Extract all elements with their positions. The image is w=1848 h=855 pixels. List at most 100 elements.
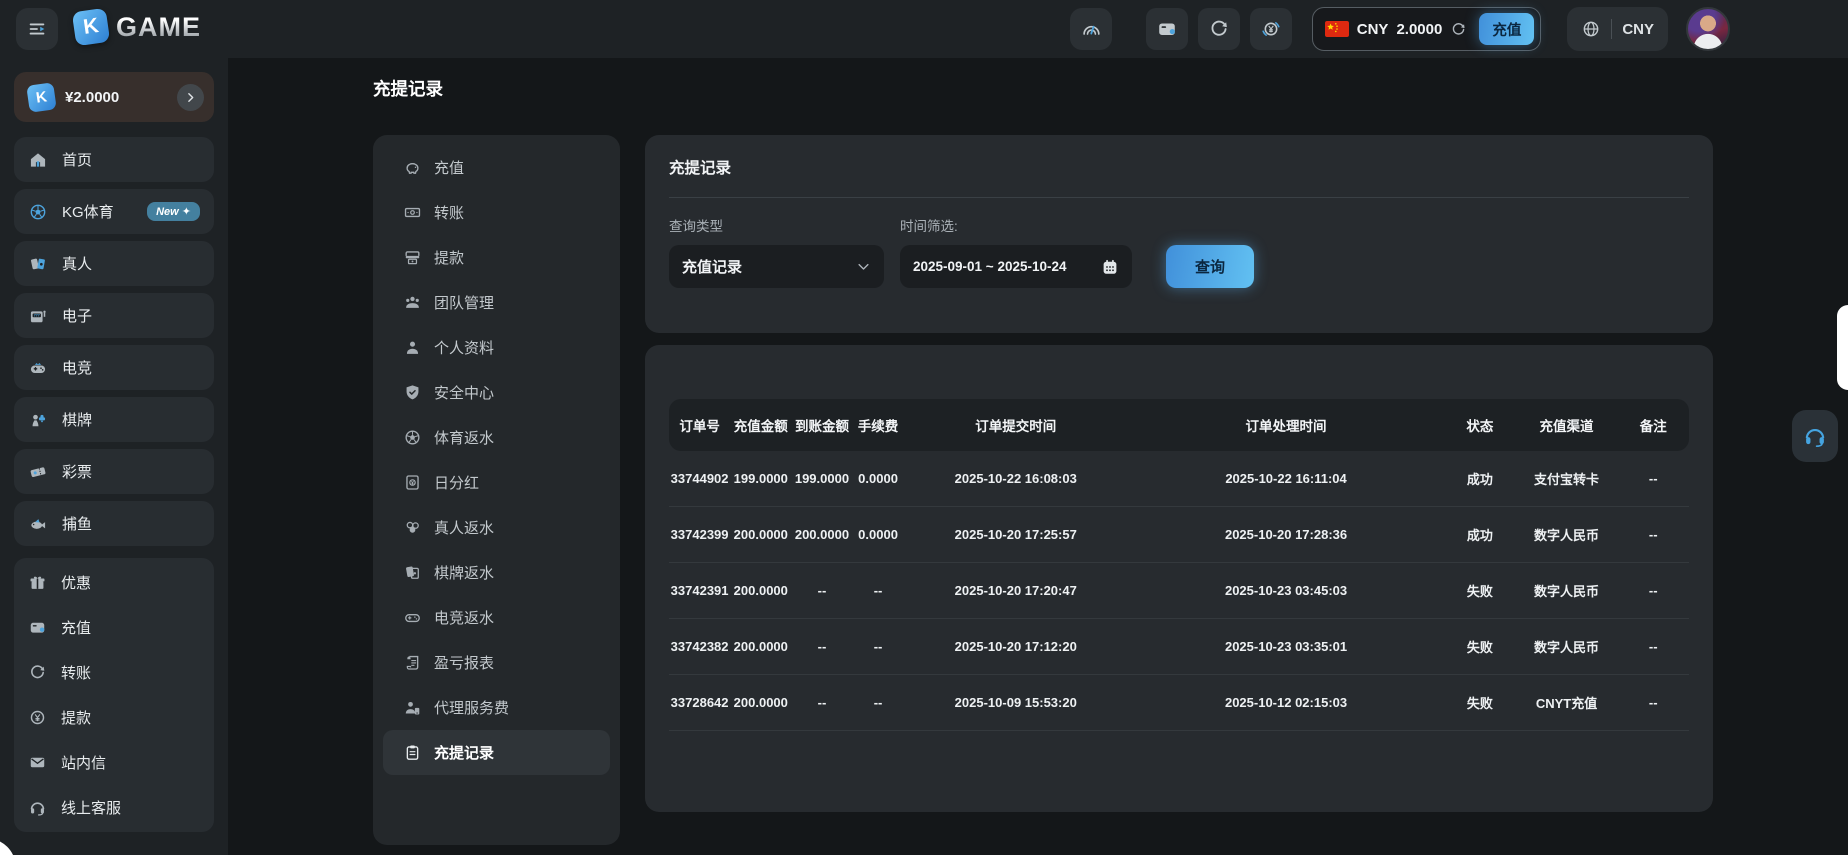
- headset-icon: [1802, 423, 1828, 449]
- balance-expand-button[interactable]: [177, 84, 204, 111]
- gauge-button[interactable]: [1070, 8, 1112, 50]
- menu-button[interactable]: [16, 8, 58, 50]
- submenu-item-daily-dividend[interactable]: 日分红: [373, 460, 620, 505]
- submenu-item-label: 真人返水: [434, 517, 494, 538]
- wallet-balance-pill[interactable]: CNY 2.0000 充值: [1312, 7, 1542, 51]
- sidebar-item-chess[interactable]: 棋牌: [14, 397, 214, 442]
- chevron-down-icon: [856, 259, 871, 274]
- submenu-item-label: 棋牌返水: [434, 562, 494, 583]
- credited-amount: --: [791, 583, 852, 598]
- filter-controls: 查询类型 充值记录 时间筛选: 2025-09-01 ~ 2025-10-24 …: [669, 215, 1689, 288]
- channel: CNYT充值: [1516, 693, 1618, 712]
- balance-card[interactable]: K ¥2.0000: [14, 72, 214, 122]
- exchange-button[interactable]: [1250, 8, 1292, 50]
- submenu-item-label: 充值: [434, 157, 464, 178]
- submenu-item-agent-fee[interactable]: 代理服务费: [373, 685, 620, 730]
- column-header: 充值金额: [730, 415, 791, 435]
- wallet-button[interactable]: [1146, 8, 1188, 50]
- sidebar-item-esports[interactable]: 电竞: [14, 345, 214, 390]
- table-header: 订单号 充值金额 到账金额 手续费 订单提交时间 订单处理时间 状态 充值渠道 …: [669, 399, 1689, 451]
- submenu-item-profile[interactable]: 个人资料: [373, 325, 620, 370]
- wallet-currency: CNY: [1357, 21, 1389, 38]
- submenu-item-transfer[interactable]: 转账: [373, 190, 620, 235]
- sidebar-item-label: 棋牌: [62, 409, 92, 430]
- order-id: 33728642: [669, 695, 730, 710]
- sidebar-item-label: 真人: [62, 253, 92, 274]
- submenu-item-label: 团队管理: [434, 292, 494, 313]
- submenu-item-label: 日分红: [434, 472, 479, 493]
- cash-out-icon: [403, 248, 422, 267]
- process-time: 2025-10-23 03:35:01: [1128, 639, 1444, 654]
- sidebar-item-fishing[interactable]: 捕鱼: [14, 501, 214, 546]
- sidebar-item-promotions[interactable]: 优惠: [28, 560, 200, 605]
- playing-cards-icon: [403, 563, 422, 582]
- sidebar-item-withdraw[interactable]: 提款: [28, 695, 200, 740]
- sidebar-item-slots[interactable]: 电子: [14, 293, 214, 338]
- refresh-balance-icon[interactable]: [1450, 21, 1467, 38]
- sidebar-item-transfer[interactable]: 转账: [28, 650, 200, 695]
- fee: --: [853, 639, 904, 654]
- query-type-value: 充值记录: [682, 256, 742, 277]
- topbar: K GAME CNY 2.0000: [0, 0, 1848, 58]
- divider: [1611, 19, 1612, 39]
- submenu-item-sports-rebate[interactable]: 体育返水: [373, 415, 620, 460]
- deposit-button[interactable]: 充值: [1479, 13, 1534, 45]
- page-title: 充提记录: [373, 76, 443, 101]
- coin-document-icon: [403, 473, 422, 492]
- process-time: 2025-10-23 03:45:03: [1128, 583, 1444, 598]
- gamepad-icon: [403, 608, 422, 627]
- submenu-item-pnl-report[interactable]: 盈亏报表: [373, 640, 620, 685]
- sidebar-item-label: KG体育: [62, 201, 114, 222]
- column-header: 状态: [1444, 415, 1515, 435]
- transfer-button[interactable]: [1198, 8, 1240, 50]
- sidebar-item-deposit[interactable]: 充值: [28, 605, 200, 650]
- channel: 数字人民币: [1516, 525, 1618, 544]
- floating-service-button[interactable]: [1792, 410, 1838, 462]
- column-header: 订单提交时间: [904, 415, 1128, 435]
- user-avatar[interactable]: [1686, 7, 1730, 51]
- submenu-item-label: 盈亏报表: [434, 652, 494, 673]
- submenu-item-deposit[interactable]: 充值: [373, 145, 620, 190]
- main-content: 充提记录 充值 转账 提款 团队管理 个人资料: [228, 58, 1848, 855]
- submit-time: 2025-10-20 17:25:57: [904, 527, 1128, 542]
- sidebar-item-live-casino[interactable]: 真人: [14, 241, 214, 286]
- submenu-item-esports-rebate[interactable]: 电竞返水: [373, 595, 620, 640]
- sidebar-item-home[interactable]: 首页: [14, 137, 214, 182]
- submenu-item-live-rebate[interactable]: 真人返水: [373, 505, 620, 550]
- edge-widget-tab[interactable]: [1837, 305, 1848, 390]
- team-icon: [403, 293, 422, 312]
- headset-icon: [28, 798, 47, 817]
- language-selector[interactable]: CNY: [1567, 7, 1668, 51]
- table-row: 33728642 200.0000 -- -- 2025-10-09 15:53…: [669, 675, 1689, 731]
- sidebar-item-label: 捕鱼: [62, 513, 92, 534]
- deposit-amount: 200.0000: [730, 639, 791, 654]
- sidebar-item-lottery[interactable]: 彩票: [14, 449, 214, 494]
- date-range-value: 2025-09-01 ~ 2025-10-24: [913, 259, 1067, 274]
- date-range-input[interactable]: 2025-09-01 ~ 2025-10-24: [900, 245, 1132, 288]
- credited-amount: 199.0000: [791, 471, 852, 486]
- submenu-item-team-management[interactable]: 团队管理: [373, 280, 620, 325]
- submenu-item-deposit-withdraw-records[interactable]: 充提记录: [383, 730, 610, 775]
- submenu-item-chess-rebate[interactable]: 棋牌返水: [373, 550, 620, 595]
- date-filter-label: 时间筛选:: [900, 215, 1132, 235]
- hamburger-icon: [26, 18, 48, 40]
- remark: --: [1618, 695, 1689, 710]
- sidebar-item-label: 首页: [62, 149, 92, 170]
- sidebar-item-messages[interactable]: 站内信: [28, 740, 200, 785]
- yen-circle-icon: [28, 708, 47, 727]
- order-id: 33744902: [669, 471, 730, 486]
- submenu-item-label: 电竞返水: [434, 607, 494, 628]
- brand-logo[interactable]: K GAME: [74, 10, 201, 44]
- credited-amount: --: [791, 695, 852, 710]
- sidebar: K ¥2.0000 首页 KG体育 New ✦ 真人 电子: [0, 58, 228, 855]
- sidebar-item-online-service[interactable]: 线上客服: [28, 785, 200, 830]
- search-button[interactable]: 查询: [1166, 245, 1254, 288]
- deposit-amount: 200.0000: [730, 695, 791, 710]
- sidebar-item-kg-sports[interactable]: KG体育 New ✦: [14, 189, 214, 234]
- fee: 0.0000: [853, 471, 904, 486]
- query-type-select[interactable]: 充值记录: [669, 245, 884, 288]
- submit-time: 2025-10-20 17:12:20: [904, 639, 1128, 654]
- channel: 数字人民币: [1516, 581, 1618, 600]
- submenu-item-withdraw[interactable]: 提款: [373, 235, 620, 280]
- submenu-item-security-center[interactable]: 安全中心: [373, 370, 620, 415]
